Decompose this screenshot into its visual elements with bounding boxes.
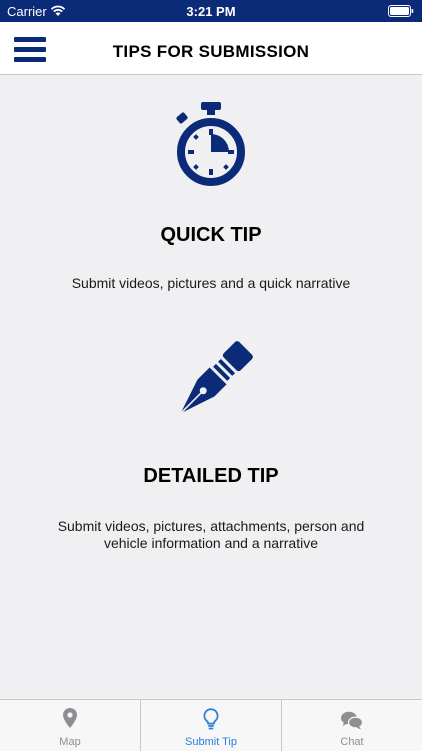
pen-nib-icon [180, 341, 253, 414]
status-bar: Carrier 3:21 PM [0, 0, 422, 22]
tab-chat-label: Chat [340, 736, 364, 748]
status-time: 3:21 PM [186, 4, 236, 19]
lightbulb-icon [203, 708, 219, 730]
page-title: TIPS FOR SUBMISSION [112, 42, 310, 61]
quick-tip-option[interactable]: QUICK TIP Submit videos, pictures and a … [0, 100, 422, 300]
tab-bar: Map Submit Tip Chat [0, 699, 422, 751]
navigation-bar: TIPS FOR SUBMISSION [0, 22, 422, 75]
tab-map-label: Map [59, 736, 81, 748]
detailed-tip-option[interactable]: DETAILED TIP Submit videos, pictures, at… [0, 338, 422, 558]
quick-tip-title: QUICK TIP [160, 224, 262, 246]
tab-submit-tip-label: Submit Tip [185, 736, 237, 748]
detailed-tip-description: Submit videos, pictures, attachments, pe… [57, 518, 365, 551]
map-pin-icon [63, 708, 77, 728]
tab-chat[interactable]: Chat [281, 700, 422, 751]
tab-map[interactable]: Map [0, 700, 140, 751]
battery-icon [388, 5, 414, 17]
detailed-tip-title: DETAILED TIP [143, 465, 279, 487]
stopwatch-icon [176, 102, 245, 186]
quick-tip-description: Submit videos, pictures and a quick narr… [71, 275, 351, 291]
chat-bubbles-icon [341, 711, 363, 730]
tab-submit-tip[interactable]: Submit Tip [140, 700, 281, 751]
